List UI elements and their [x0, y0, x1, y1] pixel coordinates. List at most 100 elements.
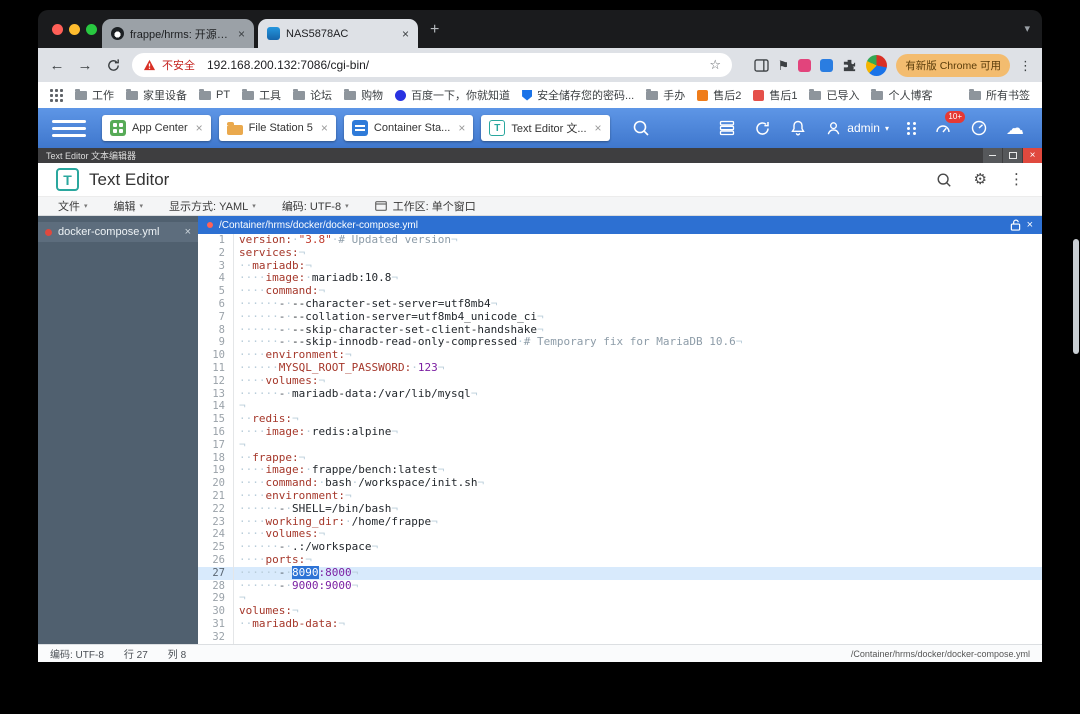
- code-line[interactable]: ····working_dir:·/home/frappe¬: [234, 515, 1042, 529]
- close-icon[interactable]: ×: [458, 121, 465, 135]
- bookmark-item[interactable]: 手办: [646, 87, 685, 103]
- menu-workspace[interactable]: 工作区: 单个窗口: [374, 198, 476, 214]
- code-line[interactable]: ¬: [234, 399, 1042, 413]
- search-icon[interactable]: [632, 119, 650, 137]
- bookmark-star-icon[interactable]: ☆: [709, 57, 721, 73]
- bookmarks-bar: 工作 家里设备 PT 工具 论坛 购物 百度一下，你就知道 安全储存您的密码... 手办 售后2 售…: [38, 82, 1042, 108]
- taskbar-app-texteditor[interactable]: T Text Editor 文... ×: [481, 115, 610, 141]
- close-icon[interactable]: ×: [196, 121, 203, 135]
- security-label[interactable]: 不安全: [162, 57, 195, 73]
- line-number: 4: [218, 272, 225, 285]
- code-line[interactable]: ······-·.:/workspace¬: [234, 540, 1042, 554]
- extensions-puzzle-icon[interactable]: [842, 58, 857, 73]
- mac-minimize-button[interactable]: [69, 24, 80, 35]
- bookmark-item[interactable]: 百度一下，你就知道: [395, 87, 510, 103]
- code-line[interactable]: ····command:·bash·/workspace/init.sh¬: [234, 476, 1042, 490]
- resource-gauge-icon[interactable]: 10+: [934, 111, 965, 137]
- browser-tab-frappe[interactable]: frappe/hrms: 开源人力资源和 ×: [102, 19, 254, 48]
- code-line[interactable]: ··mariadb-data:¬: [234, 617, 1042, 631]
- bookmark-item[interactable]: 安全储存您的密码...: [522, 87, 634, 103]
- taskbar-app-appcenter[interactable]: App Center ×: [102, 115, 211, 141]
- taskbar-app-container[interactable]: Container Sta... ×: [343, 115, 474, 141]
- code-line[interactable]: [234, 631, 1042, 644]
- refresh-icon[interactable]: [754, 120, 771, 137]
- code-line[interactable]: services:¬: [234, 246, 1042, 260]
- close-icon[interactable]: ×: [185, 226, 191, 238]
- unlock-icon[interactable]: [1010, 219, 1021, 231]
- code-line[interactable]: ····image:·redis:alpine¬: [234, 425, 1042, 439]
- widgets-dots-icon[interactable]: [907, 121, 916, 135]
- close-icon[interactable]: ×: [321, 121, 328, 135]
- notifications-bell-icon[interactable]: [789, 119, 807, 137]
- flag-icon[interactable]: ⚑: [778, 59, 790, 72]
- url-text[interactable]: 192.168.200.132:7086/cgi-bin/: [207, 58, 703, 72]
- open-file-item[interactable]: docker-compose.yml ×: [38, 222, 198, 242]
- code-line[interactable]: ····image:·mariadb:10.8¬: [234, 271, 1042, 285]
- new-tab-button[interactable]: +: [430, 22, 439, 38]
- tab-search-chevron-icon[interactable]: ▾: [1024, 24, 1030, 35]
- cloud-icon[interactable]: ☁: [1006, 119, 1024, 137]
- file-tab-bar[interactable]: /Container/hrms/docker/docker-compose.ym…: [198, 216, 1042, 234]
- taskbar-app-filestation[interactable]: File Station 5 ×: [218, 115, 336, 141]
- search-icon[interactable]: [936, 172, 952, 188]
- apps-grid-icon[interactable]: [50, 88, 63, 102]
- window-close-button[interactable]: ×: [1023, 148, 1042, 163]
- mac-fullscreen-button[interactable]: [86, 24, 97, 35]
- stacked-tasks-icon[interactable]: [718, 119, 736, 137]
- browser-menu-kebab-icon[interactable]: ⋮: [1019, 59, 1032, 72]
- window-maximize-button[interactable]: [1003, 148, 1022, 163]
- menu-file[interactable]: 文件 ▾: [58, 198, 88, 214]
- bookmark-item[interactable]: 个人博客: [871, 87, 932, 103]
- chevron-down-icon: ▾: [884, 123, 889, 133]
- close-icon[interactable]: ×: [238, 28, 245, 40]
- menu-display-mode[interactable]: 显示方式: YAML ▾: [169, 198, 256, 214]
- bookmark-item[interactable]: 购物: [344, 87, 383, 103]
- reload-button[interactable]: [104, 58, 122, 73]
- mac-close-button[interactable]: [52, 24, 63, 35]
- close-icon[interactable]: ×: [1027, 219, 1033, 231]
- menu-encoding[interactable]: 编码: UTF-8 ▾: [282, 198, 349, 214]
- side-panel-icon[interactable]: [754, 58, 769, 72]
- menu-edit[interactable]: 编辑 ▾: [114, 198, 144, 214]
- bookmark-item[interactable]: 家里设备: [126, 87, 187, 103]
- bookmark-item[interactable]: 论坛: [293, 87, 332, 103]
- code-line[interactable]: ¬: [234, 438, 1042, 452]
- editor-window-titlebar[interactable]: Text Editor 文本编辑器 ×: [38, 148, 1042, 163]
- bookmark-item[interactable]: 工具: [242, 87, 281, 103]
- scrollbar-thumb[interactable]: [1073, 239, 1079, 354]
- code-line[interactable]: version:·"3.8"·# Updated version¬: [234, 234, 1042, 247]
- profile-avatar[interactable]: [866, 54, 888, 76]
- back-button[interactable]: ←: [48, 57, 66, 74]
- editor-scrollbar[interactable]: [1072, 234, 1080, 644]
- code-line[interactable]: volumes:¬: [234, 604, 1042, 618]
- main-menu-icon[interactable]: [52, 119, 86, 137]
- code-line[interactable]: ¬: [234, 591, 1042, 605]
- all-bookmarks-button[interactable]: 所有书签: [969, 87, 1030, 103]
- extension-blue-icon[interactable]: [820, 58, 834, 72]
- user-menu[interactable]: admin ▾: [825, 120, 889, 137]
- browser-tab-nas[interactable]: NAS5878AC ×: [258, 19, 418, 48]
- bookmark-item[interactable]: 工作: [75, 87, 114, 103]
- address-bar[interactable]: 不安全 192.168.200.132:7086/cgi-bin/ ☆: [132, 53, 732, 77]
- bookmark-item[interactable]: 已导入: [809, 87, 859, 103]
- code-lines[interactable]: version:·"3.8"·# Updated version¬ service…: [234, 234, 1042, 644]
- code-line[interactable]: ······-·9000:9000¬: [234, 579, 1042, 593]
- close-icon[interactable]: ×: [402, 28, 409, 40]
- more-menu-kebab-icon[interactable]: ⋮: [1009, 172, 1024, 187]
- bookmark-item[interactable]: 售后2: [697, 87, 741, 103]
- bookmark-item[interactable]: PT: [199, 88, 230, 101]
- code-line[interactable]: ······-·--skip-innodb-read-only-compress…: [234, 335, 1042, 349]
- close-icon[interactable]: ×: [595, 121, 602, 135]
- speedometer-icon[interactable]: [970, 119, 988, 137]
- bookmark-label: 工作: [92, 90, 114, 102]
- forward-button[interactable]: →: [76, 57, 94, 74]
- chrome-update-button[interactable]: 有新版 Chrome 可用: [896, 53, 1010, 77]
- window-minimize-button[interactable]: [983, 148, 1002, 163]
- bookmark-item[interactable]: 售后1: [753, 87, 797, 103]
- code-line[interactable]: ······-·mariadb-data:/var/lib/mysql¬: [234, 387, 1042, 401]
- settings-gear-icon[interactable]: ⚙: [974, 172, 987, 187]
- code-line[interactable]: ······MYSQL_ROOT_PASSWORD:·123¬: [234, 361, 1042, 375]
- extension-pink-icon[interactable]: [798, 58, 812, 72]
- code-editor[interactable]: 1 2 3 4 5 6 7 8 9 10 11 12 13 14 15 16 17 18 19 20 21 22 23 24 2…: [198, 234, 1042, 644]
- code-token: ·: [285, 296, 292, 310]
